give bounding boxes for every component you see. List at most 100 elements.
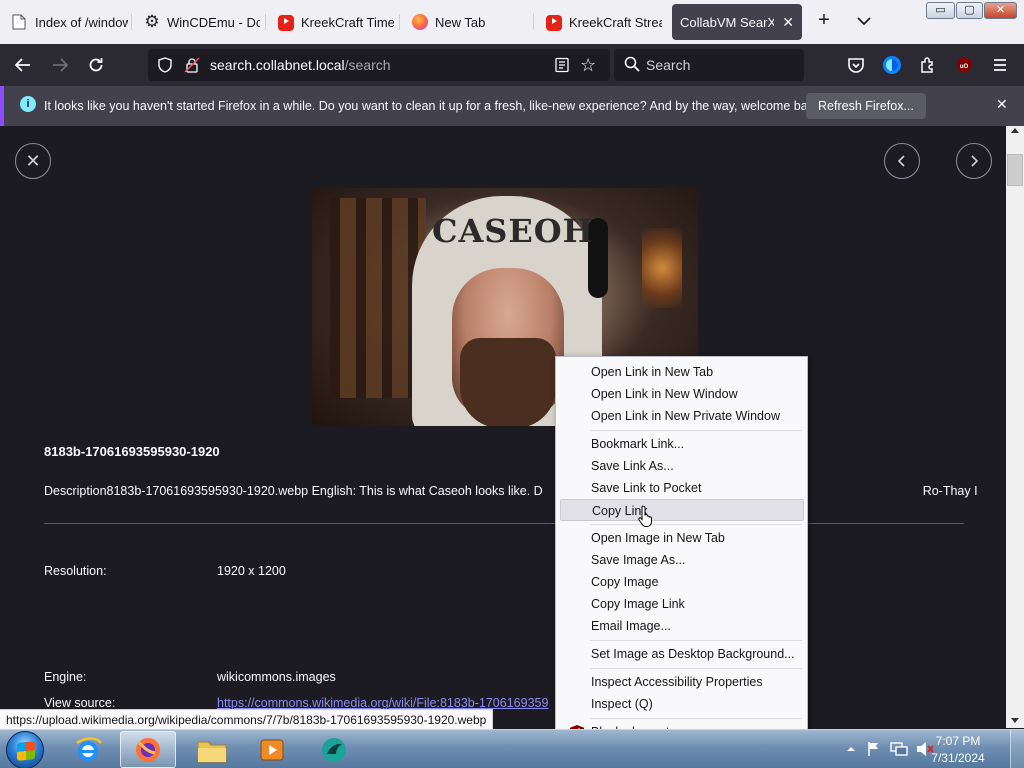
tab-index-of-windows[interactable]: Index of /windows — [4, 4, 128, 40]
tab-strip: Index of /windows ⚙ WinCDEmu - Do KreekC… — [0, 0, 1024, 44]
description-text: Description8183b-17061693595930-1920.web… — [44, 484, 543, 498]
show-desktop-button[interactable] — [1010, 730, 1024, 768]
tab-label: Index of /windows — [35, 14, 128, 30]
start-button[interactable] — [6, 731, 44, 768]
file-icon — [12, 14, 28, 30]
list-all-tabs-button[interactable] — [855, 12, 873, 30]
scrollbar-thumb[interactable] — [1007, 154, 1023, 186]
close-icon[interactable]: ✕ — [996, 96, 1008, 113]
close-detail-button[interactable]: ✕ — [15, 143, 51, 179]
menu-open-image-new-tab[interactable]: Open Image in New Tab — [560, 527, 804, 549]
menu-copy-link[interactable]: Copy Link — [560, 499, 804, 521]
menu-inspect-accessibility[interactable]: Inspect Accessibility Properties — [560, 671, 804, 693]
chevron-down-icon — [857, 17, 871, 26]
menu-bookmark-link[interactable]: Bookmark Link... — [560, 433, 804, 455]
maximize-button[interactable]: ▢ — [956, 2, 983, 19]
close-window-button[interactable]: ✕ — [984, 2, 1017, 19]
menu-copy-image[interactable]: Copy Image — [560, 571, 804, 593]
minimize-button[interactable]: ▭ — [926, 2, 955, 19]
close-icon: ✕ — [25, 150, 41, 171]
url-path: /search — [344, 57, 391, 73]
reader-view-icon[interactable] — [554, 57, 570, 78]
taskbar-file-explorer[interactable] — [184, 731, 240, 768]
account-avatar-icon — [883, 56, 901, 74]
scroll-up-arrow-icon[interactable] — [1011, 128, 1019, 133]
scroll-down-arrow-icon[interactable] — [1011, 718, 1019, 723]
taskbar-internet-explorer[interactable] — [60, 731, 116, 768]
account-button[interactable] — [879, 52, 905, 78]
insecure-lock-icon[interactable] — [184, 57, 200, 78]
previous-result-button[interactable] — [884, 143, 920, 179]
tab-kreekcraft-time[interactable]: KreekCraft Time — [270, 4, 394, 40]
menu-save-link-to-pocket[interactable]: Save Link to Pocket — [560, 477, 804, 499]
youtube-icon — [546, 15, 562, 31]
tracking-protection-icon[interactable] — [157, 57, 173, 78]
close-icon[interactable]: ✕ — [782, 14, 794, 31]
status-panel-url: https://upload.wikimedia.org/wikipedia/c… — [0, 709, 494, 729]
menu-open-link-new-window[interactable]: Open Link in New Window — [560, 383, 804, 405]
tab-separator — [131, 14, 132, 30]
page-scrollbar[interactable] — [1006, 126, 1024, 728]
action-center-flag-icon[interactable] — [866, 741, 882, 757]
menu-set-desktop-background[interactable]: Set Image as Desktop Background... — [560, 643, 804, 665]
hoodie-text: CASEOH — [432, 212, 594, 250]
notification-message: It looks like you haven't started Firefo… — [44, 99, 824, 113]
refresh-firefox-button[interactable]: Refresh Firefox... — [806, 93, 926, 119]
next-result-button[interactable] — [956, 143, 992, 179]
engine-value: wikicommons.images — [217, 670, 336, 684]
menu-separator — [590, 430, 802, 431]
reload-button[interactable] — [83, 52, 109, 78]
reload-icon — [89, 58, 103, 72]
app-menu-button[interactable] — [987, 52, 1013, 78]
search-bar[interactable]: Search — [614, 49, 804, 81]
show-hidden-icons-icon[interactable] — [846, 744, 856, 754]
tab-new-tab[interactable]: New Tab — [404, 4, 528, 40]
menu-separator — [590, 668, 802, 669]
description-tail: Ro-Thay I — [922, 484, 978, 498]
chevron-left-icon — [897, 155, 905, 167]
taskbar-clock[interactable]: 7:07 PM 7/31/2024 — [924, 733, 992, 767]
pocket-icon — [848, 58, 864, 73]
menu-email-image[interactable]: Email Image... — [560, 615, 804, 637]
forward-button[interactable] — [47, 52, 73, 78]
menu-save-link-as[interactable]: Save Link As... — [560, 455, 804, 477]
image-description: Description8183b-17061693595930-1920.web… — [44, 484, 978, 498]
extensions-button[interactable] — [915, 52, 941, 78]
menu-open-link-private-window[interactable]: Open Link in New Private Window — [560, 405, 804, 427]
menu-separator — [590, 718, 802, 719]
network-icon[interactable] — [890, 741, 908, 757]
pocket-button[interactable] — [843, 52, 869, 78]
firefox-icon — [136, 737, 160, 762]
back-button[interactable] — [10, 52, 36, 78]
refresh-firefox-notification: i It looks like you haven't started Fire… — [0, 86, 1024, 126]
taskbar-firefox[interactable] — [120, 731, 176, 768]
internet-explorer-icon — [76, 736, 103, 761]
clock-time: 7:07 PM — [935, 734, 981, 748]
hand-cursor-icon — [638, 506, 652, 527]
source-link[interactable]: https://commons.wikimedia.org/wiki/File:… — [217, 696, 548, 710]
tab-kreekcraft-stream[interactable]: KreekCraft Strea — [538, 4, 662, 40]
url-text[interactable]: search.collabnet.local/search — [210, 57, 391, 73]
bookmark-star-icon[interactable]: ☆ — [580, 55, 596, 76]
taskbar-media-player[interactable] — [244, 731, 300, 768]
tab-label: CollabVM SearXN — [680, 14, 774, 30]
beard — [460, 338, 556, 426]
source-label: View source: — [44, 696, 116, 710]
new-tab-button[interactable]: + — [813, 10, 835, 32]
menu-inspect[interactable]: Inspect (Q) — [560, 693, 804, 715]
ublock-origin-button[interactable]: uO — [951, 52, 977, 78]
firefox-icon — [412, 14, 428, 30]
tab-wincdemu[interactable]: ⚙ WinCDEmu - Do — [136, 4, 260, 40]
url-bar[interactable]: search.collabnet.local/search ☆ — [148, 49, 610, 81]
hamburger-menu-icon — [994, 59, 1006, 71]
menu-open-link-new-tab[interactable]: Open Link in New Tab — [560, 361, 804, 383]
ublock-shield-icon: uO — [957, 57, 971, 73]
tab-separator — [399, 14, 400, 30]
windows-taskbar: 7:07 PM 7/31/2024 — [0, 729, 1024, 768]
menu-save-image-as[interactable]: Save Image As... — [560, 549, 804, 571]
tab-collabvm-searxng[interactable]: CollabVM SearXN ✕ — [672, 4, 802, 40]
search-icon — [624, 56, 640, 77]
tab-label: New Tab — [435, 14, 486, 30]
menu-copy-image-link[interactable]: Copy Image Link — [560, 593, 804, 615]
taskbar-app[interactable] — [306, 731, 362, 768]
